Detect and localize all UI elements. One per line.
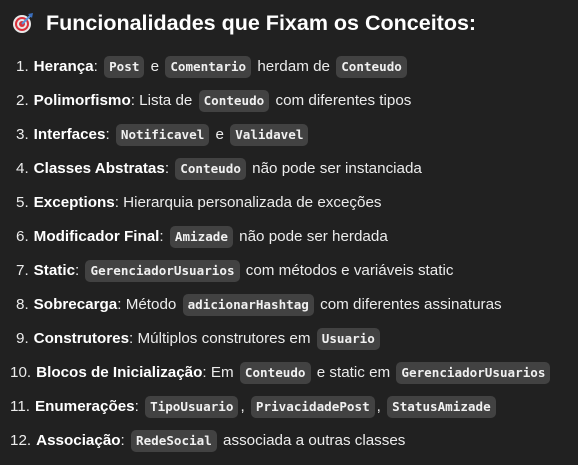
item-term: Exceptions	[33, 194, 115, 211]
heading-text: Funcionalidades que Fixam os Conceitos:	[46, 10, 477, 35]
inline-code: GerenciadorUsuarios	[396, 362, 551, 384]
inline-code: StatusAmizade	[387, 396, 496, 418]
inline-code: Conteudo	[336, 56, 407, 78]
item-text: com métodos e variáveis static	[241, 262, 454, 279]
item-text: e	[146, 58, 164, 75]
list-item: 2. Polimorfismo: Lista de Conteudo com di…	[10, 84, 578, 118]
inline-code: TipoUsuario	[145, 396, 239, 418]
list-item-number: 9.	[16, 330, 29, 347]
list-item-number: 6.	[16, 228, 29, 245]
list-item: 6. Modificador Final: Amizade não pode se…	[10, 220, 578, 254]
list-item-number: 3.	[16, 126, 29, 143]
list-item: 10. Blocos de Inicialização: Em Conteudo …	[10, 356, 578, 390]
item-text: :	[159, 228, 168, 245]
target-icon	[12, 12, 34, 34]
inline-code: Comentario	[165, 56, 252, 78]
list-item: 12. Associação: RedeSocial associada a ou…	[10, 424, 578, 458]
list-item-number: 7.	[16, 262, 29, 279]
item-term: Enumerações	[35, 398, 135, 415]
item-text: : Múltiplos construtores em	[129, 330, 315, 347]
inline-code: GerenciadorUsuarios	[85, 260, 240, 282]
item-text: :	[75, 262, 84, 279]
inline-code: RedeSocial	[131, 430, 217, 452]
item-text: e static em	[312, 364, 395, 381]
item-text: não pode ser herdada	[234, 228, 388, 245]
item-text: : Método	[117, 296, 181, 313]
item-text: ,	[240, 398, 249, 415]
item-term: Polimorfismo	[33, 92, 131, 109]
inline-code: Amizade	[169, 226, 233, 248]
item-term: Herança	[33, 58, 94, 75]
list-item-number: 12.	[10, 432, 32, 449]
inline-code: Usuario	[316, 328, 380, 350]
item-text: :	[105, 126, 114, 143]
list-item: 7. Static: GerenciadorUsuarios com método…	[10, 254, 578, 288]
item-text: :	[134, 398, 144, 415]
item-text: :	[120, 432, 129, 449]
item-text: com diferentes tipos	[271, 92, 412, 109]
inline-code: Conteudo	[175, 158, 246, 180]
item-term: Interfaces	[33, 126, 106, 143]
item-term: Associação	[36, 432, 121, 449]
inline-code: Validavel	[230, 124, 309, 146]
item-text: associada a outras classes	[218, 432, 406, 449]
item-text: não pode ser instanciada	[247, 160, 422, 177]
inline-code: adicionarHashtag	[182, 294, 314, 316]
list-item: 1. Herança: Post e Comentario herdam de C…	[10, 50, 578, 84]
list-item: 8. Sobrecarga: Método adicionarHashtag co…	[10, 288, 578, 322]
item-text: :	[93, 58, 103, 75]
item-text: : Hierarquia personalizada de exceções	[114, 194, 382, 211]
features-list: 1. Herança: Post e Comentario herdam de C…	[10, 50, 578, 458]
item-term: Sobrecarga	[33, 296, 118, 313]
list-item: 11. Enumerações: TipoUsuario, Privacidade…	[10, 390, 578, 424]
item-text: : Em	[202, 364, 238, 381]
item-text: e	[211, 126, 229, 143]
inline-code: Post	[104, 56, 145, 78]
list-item: 3. Interfaces: Notificavel e Validavel	[10, 118, 578, 152]
list-item-number: 11.	[10, 398, 30, 415]
item-text: herdam de	[253, 58, 335, 75]
item-text: : Lista de	[130, 92, 197, 109]
inline-code: Conteudo	[239, 362, 311, 384]
item-term: Blocos de Inicialização	[36, 364, 203, 381]
item-term: Modificador Final	[33, 228, 160, 245]
list-item: 4. Classes Abstratas: Conteudo não pode s…	[10, 152, 578, 186]
item-term: Static	[33, 262, 76, 279]
item-text: :	[164, 160, 174, 177]
list-item-number: 2.	[16, 92, 29, 109]
item-term: Construtores	[33, 330, 130, 347]
list-item-number: 8.	[16, 296, 29, 313]
list-item: 9. Construtores: Múltiplos construtores e…	[10, 322, 578, 356]
inline-code: Notificavel	[115, 124, 210, 146]
list-item-number: 1.	[16, 58, 29, 75]
list-item: 5. Exceptions: Hierarquia personalizada d…	[10, 186, 578, 220]
list-item-number: 10.	[10, 364, 32, 381]
item-term: Classes Abstratas	[33, 160, 165, 177]
list-item-number: 4.	[16, 160, 29, 177]
message-content: Funcionalidades que Fixam os Conceitos: …	[0, 0, 578, 458]
inline-code: PrivacidadePost	[250, 396, 375, 418]
section-heading: Funcionalidades que Fixam os Conceitos:	[10, 8, 578, 38]
list-item-number: 5.	[16, 194, 29, 211]
inline-code: Conteudo	[198, 90, 270, 112]
item-text: com diferentes assinaturas	[315, 296, 502, 313]
item-text: ,	[376, 398, 386, 415]
